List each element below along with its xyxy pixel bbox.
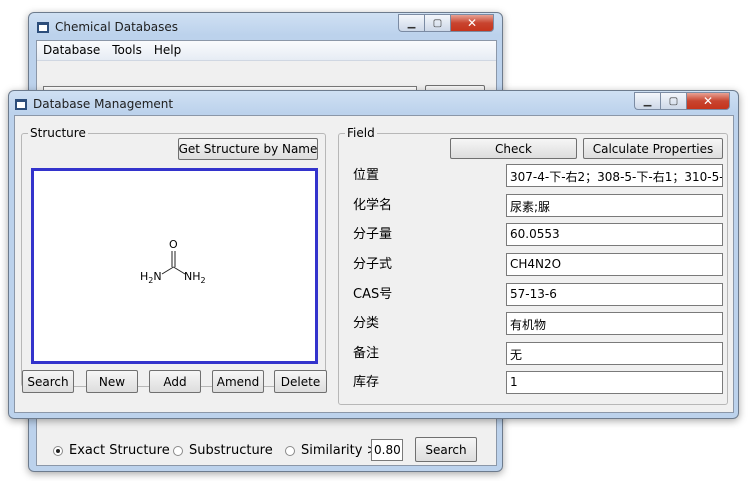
radio-icon (285, 445, 295, 456)
title-bar[interactable]: Chemical Databases ▁ ▢ ✕ (29, 13, 502, 41)
maximize-icon[interactable]: ▢ (660, 92, 686, 110)
stock-input[interactable]: 1 (506, 371, 723, 394)
minimize-icon[interactable]: ▁ (634, 92, 660, 110)
new-button[interactable]: New (86, 370, 138, 393)
exact-structure-radio[interactable]: Exact Structure (53, 443, 170, 458)
structure-canvas[interactable]: O H2N NH2 (31, 168, 318, 364)
menu-bar: Database Tools Help (37, 41, 496, 61)
add-button[interactable]: Add (149, 370, 201, 393)
field-legend: Field (345, 126, 377, 140)
amine-left-label: H2N (140, 270, 162, 286)
front-window-client: Structure Get Structure by Name O H2N NH… (14, 115, 734, 413)
chemical-name-input[interactable]: 尿素;脲 (506, 194, 723, 217)
similarity-radio[interactable]: Similarity > (285, 443, 378, 458)
substructure-radio[interactable]: Substructure (173, 443, 273, 458)
menu-database[interactable]: Database (37, 41, 106, 60)
exact-structure-label: Exact Structure (69, 443, 170, 458)
amine-right-label: NH2 (184, 270, 206, 286)
field-label-stock: 库存 (353, 375, 380, 390)
category-input[interactable]: 有机物 (506, 312, 723, 335)
field-label-formula: 分子式 (353, 257, 393, 272)
window-title: Database Management (33, 97, 174, 111)
bottom-search-button[interactable]: Search (415, 437, 477, 462)
similarity-threshold-input[interactable]: 0.80 (371, 439, 403, 461)
search-button[interactable]: Search (22, 370, 74, 393)
menu-tools[interactable]: Tools (106, 41, 148, 60)
field-label-location: 位置 (353, 168, 380, 183)
get-structure-by-name-button[interactable]: Get Structure by Name (178, 138, 318, 160)
single-bond-left (161, 266, 174, 275)
substructure-label: Substructure (189, 443, 273, 458)
window-title: Chemical Databases (55, 20, 178, 34)
check-button[interactable]: Check (450, 138, 577, 159)
menu-help[interactable]: Help (148, 41, 187, 60)
structure-legend: Structure (28, 126, 88, 140)
urea-structure-drawing (161, 251, 186, 275)
calculate-properties-button[interactable]: Calculate Properties (583, 138, 723, 159)
database-management-window: Database Management ▁ ▢ ✕ Structure Get … (8, 90, 739, 419)
maximize-icon[interactable]: ▢ (424, 14, 450, 32)
delete-button[interactable]: Delete (274, 370, 327, 393)
radio-checked-icon (53, 445, 63, 456)
field-label-remarks: 备注 (353, 346, 380, 361)
cas-input[interactable]: 57-13-6 (506, 283, 723, 306)
field-label-molecular-weight: 分子量 (353, 227, 393, 242)
remarks-input[interactable]: 无 (506, 342, 723, 365)
field-label-cas: CAS号 (353, 287, 393, 302)
field-label-chemical-name: 化学名 (353, 198, 393, 213)
field-label-category: 分类 (353, 316, 380, 331)
molecular-weight-input[interactable]: 60.0553 (506, 223, 723, 246)
minimize-icon[interactable]: ▁ (398, 14, 424, 32)
close-icon[interactable]: ✕ (686, 92, 730, 110)
close-icon[interactable]: ✕ (450, 14, 494, 32)
radio-icon (173, 445, 183, 456)
field-group: Field Check Calculate Properties 位置 307-… (338, 126, 728, 405)
amend-button[interactable]: Amend (212, 370, 264, 393)
app-icon (15, 99, 27, 110)
formula-input[interactable]: CH4N2O (506, 253, 723, 276)
location-input[interactable]: 307-4-下-右2；308-5-下-右1；310-5- (506, 164, 723, 187)
app-icon (37, 22, 49, 33)
similarity-label: Similarity > (301, 443, 378, 458)
oxygen-atom-label: O (169, 238, 178, 251)
